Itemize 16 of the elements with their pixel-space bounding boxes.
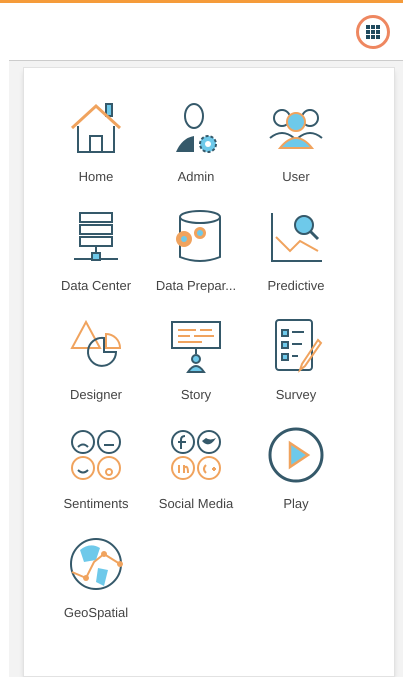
app-tile[interactable]: Designer xyxy=(46,316,146,425)
app-tile[interactable]: Social Media xyxy=(146,425,246,534)
app-tile[interactable]: Data Center xyxy=(46,207,146,316)
app-tile[interactable]: User xyxy=(246,98,346,207)
app-tile[interactable]: Data Prepar... xyxy=(146,207,246,316)
app-tile[interactable]: Home xyxy=(46,98,146,207)
app-tile[interactable]: Predictive xyxy=(246,207,346,316)
app-tile[interactable]: Sentiments xyxy=(46,425,146,534)
grid-icon xyxy=(366,24,380,38)
app-tile[interactable]: Story xyxy=(146,316,246,425)
play-icon xyxy=(266,425,326,485)
app-grid-button[interactable] xyxy=(356,14,390,48)
app-tile[interactable]: GeoSpatial xyxy=(46,534,146,643)
app-tile[interactable]: Play xyxy=(246,425,346,534)
app-tile[interactable]: Survey xyxy=(246,316,346,425)
app-tile[interactable]: Admin xyxy=(146,98,246,207)
